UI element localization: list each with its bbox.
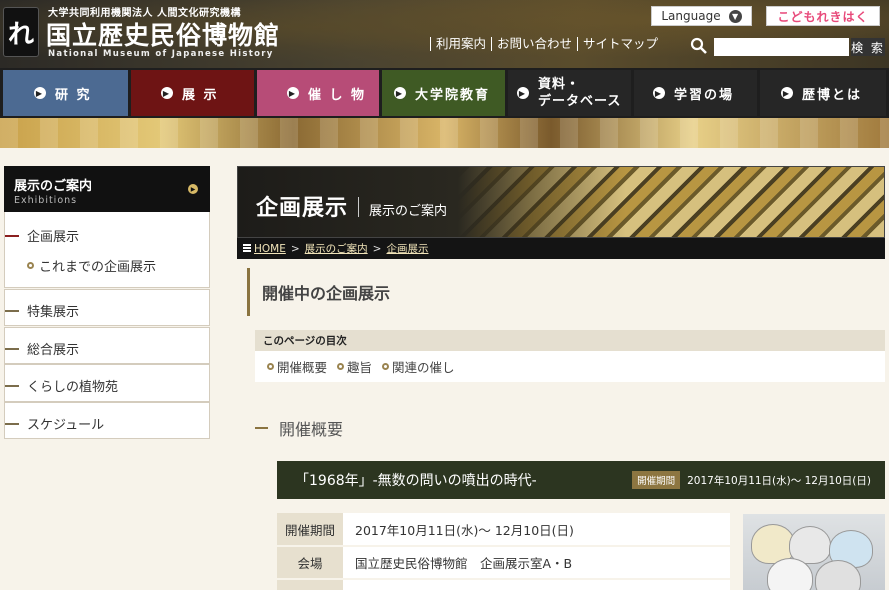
table-row [277, 579, 730, 590]
page-subtitle: 展示のご案内 [369, 204, 448, 219]
exhibit-period: 2017年10月11日(水)～ 12月10日(日) [687, 474, 871, 487]
site-header: れ 大学共同利用機関法人 人間文化研究機構 国立歴史民俗博物館 National… [0, 0, 889, 68]
logo-title[interactable]: 国立歴史民俗博物館 [46, 16, 280, 52]
sidebar-item-schedule[interactable]: スケジュール [4, 402, 210, 439]
nav-graduate[interactable]: ▶ 大学院教育 [382, 70, 505, 116]
sidebar-item-special[interactable]: 特集展示 [4, 289, 210, 326]
sidebar-item-plants[interactable]: くらしの植物苑 [4, 364, 210, 402]
nav-about[interactable]: ▶ 歴博とは [760, 70, 886, 116]
table-value [343, 579, 730, 590]
museum-logo-icon[interactable]: れ [3, 7, 39, 57]
toc-title: このページの目次 [255, 330, 885, 351]
sidebar-title-en: Exhibitions [14, 195, 78, 206]
table-key [277, 579, 343, 590]
language-label: Language [661, 9, 721, 23]
exhibit-title: 「1968年」-無数の問いの噴出の時代- [295, 473, 537, 489]
sidebar-current-group: 企画展示 これまでの企画展示 [4, 212, 210, 288]
bullet-icon [382, 363, 390, 370]
exhibit-photo [743, 514, 885, 590]
search-icon [690, 37, 707, 54]
arrow-right-icon: ▶ [188, 184, 198, 194]
chevron-down-icon: ▼ [728, 9, 742, 23]
arrow-right-icon: ▶ [287, 87, 299, 99]
arrow-right-icon: ▶ [161, 87, 173, 99]
dash-icon [5, 347, 19, 350]
kids-site-button[interactable]: こどもれきはく [766, 6, 880, 26]
breadcrumb-home[interactable]: HOME [254, 243, 286, 255]
table-row: 会場 国立歴史民俗博物館 企画展示室A・B [277, 546, 730, 580]
dash-icon [5, 234, 19, 237]
dash-icon [5, 384, 19, 387]
bullet-icon [27, 262, 34, 269]
utility-links: 利用案内 お問い合わせ サイトマップ [430, 37, 663, 51]
table-of-contents: このページの目次 開催概要 趣旨 関連の催し [255, 330, 885, 382]
toc-link-purpose[interactable]: 趣旨 [337, 357, 372, 376]
helmet-shape [767, 558, 813, 590]
dash-icon [255, 427, 268, 429]
arrow-right-icon: ▶ [394, 87, 406, 99]
breadcrumb-exhibitions[interactable]: 展示のご案内 [305, 241, 368, 256]
bullet-icon [267, 363, 274, 370]
decorative-banner [0, 118, 889, 148]
language-button[interactable]: Language ▼ [651, 6, 752, 26]
dash-icon [5, 309, 19, 312]
section-title: 開催中の企画展示 [247, 268, 885, 316]
main-nav: ▶ 研 究 ▶ 展 示 ▶ 催 し 物 ▶ 大学院教育 ▶ 資料・ データベース… [0, 68, 889, 118]
sidebar-header[interactable]: 展示のご案内 Exhibitions ▶ [4, 166, 210, 212]
table-value: 2017年10月11日(水)～ 12月10日(日) [343, 513, 730, 547]
bullet-icon [337, 363, 345, 370]
arrow-right-icon: ▶ [653, 87, 665, 99]
page-title: 企画展示 [256, 196, 349, 221]
sidebar-item-current[interactable]: 企画展示 [5, 226, 79, 245]
nav-research[interactable]: ▶ 研 究 [3, 70, 128, 116]
toc-link-events[interactable]: 関連の催し [382, 357, 455, 376]
sidebar-item-general[interactable]: 総合展示 [4, 327, 210, 364]
breadcrumb: HOME > 展示のご案内 > 企画展示 [237, 238, 885, 259]
dash-icon [5, 422, 19, 425]
sidebar-subitem-past[interactable]: これまでの企画展示 [27, 256, 156, 275]
arrow-right-icon: ▶ [34, 87, 46, 99]
sidebar-title: 展示のご案内 [14, 179, 93, 194]
nav-learning[interactable]: ▶ 学習の場 [634, 70, 757, 116]
link-sitemap[interactable]: サイトマップ [577, 37, 663, 51]
breadcrumb-current[interactable]: 企画展示 [386, 241, 428, 256]
toc-link-overview[interactable]: 開催概要 [267, 357, 327, 376]
nav-database[interactable]: ▶ 資料・ データベース [508, 70, 631, 116]
link-contact[interactable]: お問い合わせ [491, 37, 577, 51]
arrow-right-icon: ▶ [781, 87, 793, 99]
nav-events[interactable]: ▶ 催 し 物 [257, 70, 379, 116]
logo-english: National Museum of Japanese History [48, 49, 274, 59]
table-row: 開催期間 2017年10月11日(水)～ 12月10日(日) [277, 513, 730, 547]
title-divider [358, 197, 359, 217]
exhibit-title-bar: 「1968年」-無数の問いの噴出の時代- 開催期間 2017年10月11日(水)… [277, 461, 885, 499]
search-button[interactable]: 検 索 [851, 38, 885, 56]
home-icon [243, 244, 251, 253]
overview-heading: 開催概要 [255, 416, 343, 440]
exhibit-info-table: 開催期間 2017年10月11日(水)～ 12月10日(日) 会場 国立歴史民俗… [277, 513, 730, 590]
period-badge: 開催期間 [632, 471, 681, 489]
nav-exhibition[interactable]: ▶ 展 示 [131, 70, 254, 116]
table-value: 国立歴史民俗博物館 企画展示室A・B [343, 546, 730, 580]
table-key: 会場 [277, 546, 343, 580]
arrow-right-icon: ▶ [517, 87, 529, 99]
link-guide[interactable]: 利用案内 [430, 37, 491, 51]
search-input[interactable] [714, 38, 849, 56]
table-key: 開催期間 [277, 513, 343, 547]
page-header: 企画展示 展示のご案内 [237, 166, 885, 238]
